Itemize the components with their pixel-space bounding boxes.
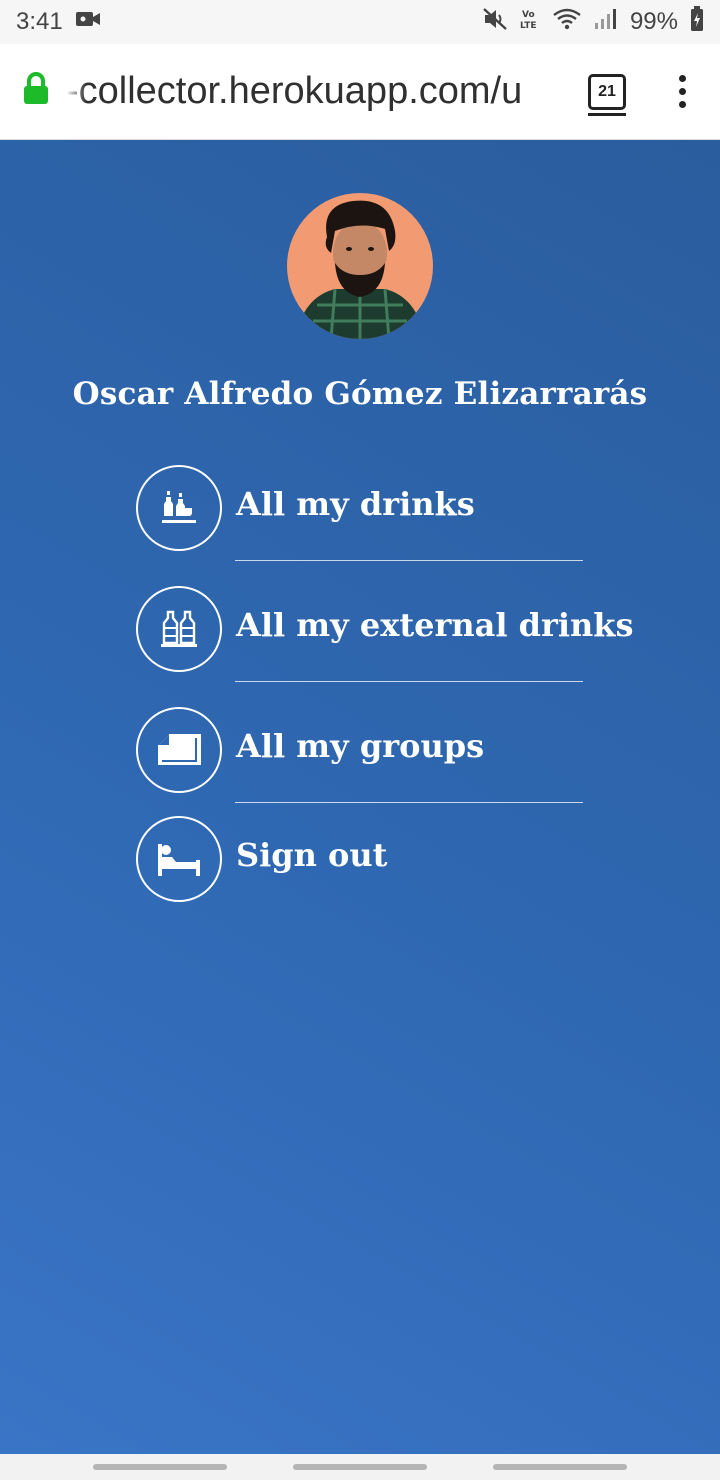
menu-item-label: All my external drinks xyxy=(236,606,634,644)
status-bar: 3:41 Vo LTE 99% xyxy=(0,0,720,44)
menu-item-label: Sign out xyxy=(236,836,388,874)
bottles-icon xyxy=(136,586,222,672)
user-name: Oscar Alfredo Gómez Elizarrarás xyxy=(72,376,648,412)
menu-divider xyxy=(235,560,583,561)
drinks-icon xyxy=(136,465,222,551)
volte-icon: Vo LTE xyxy=(520,7,540,38)
menu-item-all-my-drinks[interactable]: All my drinks xyxy=(136,465,584,561)
status-left: 3:41 xyxy=(16,8,101,36)
recent-apps-button[interactable] xyxy=(93,1464,227,1470)
menu-divider xyxy=(235,681,583,682)
menu-item-label: All my groups xyxy=(236,727,485,765)
status-time: 3:41 xyxy=(16,8,63,35)
video-call-icon xyxy=(75,8,101,36)
bed-icon xyxy=(136,816,222,902)
home-button[interactable] xyxy=(293,1464,427,1470)
profile-page: Oscar Alfredo Gómez Elizarrarás All my d… xyxy=(0,140,720,1454)
system-navigation-bar xyxy=(0,1454,720,1480)
status-right: Vo LTE 99% xyxy=(482,5,704,39)
svg-text:Vo: Vo xyxy=(522,10,535,20)
menu-item-all-my-external-drinks[interactable]: All my external drinks xyxy=(136,586,633,682)
battery-percent: 99% xyxy=(629,8,678,35)
groups-icon xyxy=(136,707,222,793)
browser-url-bar[interactable]: -collector.herokuapp.com/u 21 xyxy=(0,44,720,140)
menu-item-all-my-groups[interactable]: All my groups xyxy=(136,707,584,803)
mute-icon xyxy=(482,7,508,38)
sign-out-button[interactable]: Sign out xyxy=(136,816,584,902)
menu-dot xyxy=(678,101,686,108)
wifi-icon xyxy=(552,7,582,38)
svg-text:LTE: LTE xyxy=(520,21,537,31)
user-avatar xyxy=(287,193,433,339)
menu-dot xyxy=(678,75,686,82)
url-text[interactable]: -collector.herokuapp.com/u xyxy=(66,70,566,113)
menu-divider xyxy=(235,802,583,803)
browser-menu-button[interactable] xyxy=(662,75,702,108)
menu-dot xyxy=(678,88,686,95)
tab-switcher-button[interactable]: 21 xyxy=(588,73,626,116)
signal-icon xyxy=(594,7,618,38)
battery-charging-icon xyxy=(690,5,704,39)
back-button[interactable] xyxy=(493,1464,627,1470)
lock-icon xyxy=(22,72,50,111)
menu-item-label: All my drinks xyxy=(236,485,475,523)
